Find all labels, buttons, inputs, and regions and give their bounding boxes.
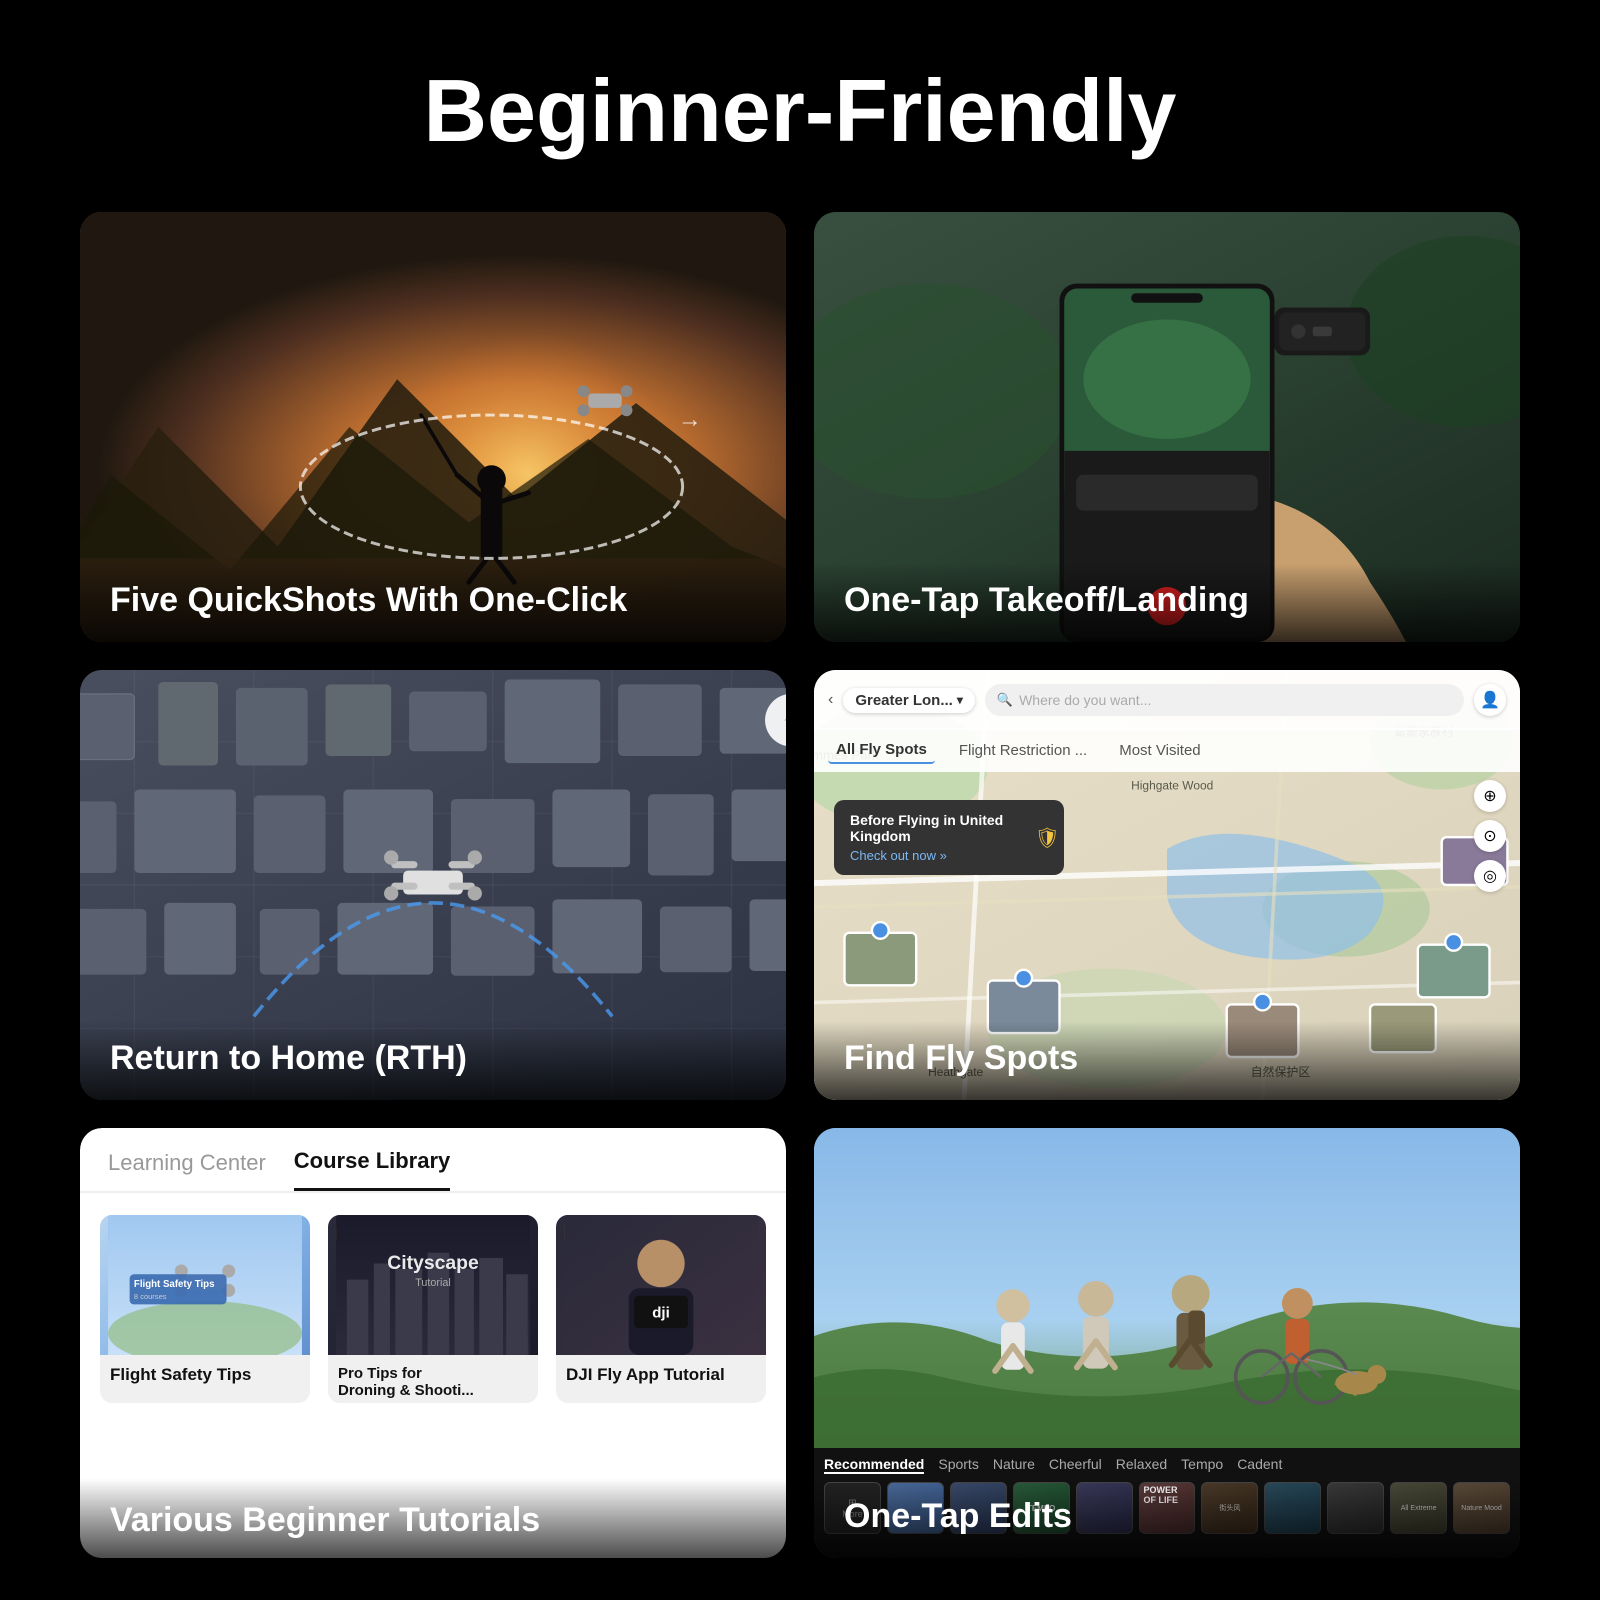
tutorials-topbar: Learning Center Course Library [80,1128,786,1193]
map-layers-btn[interactable]: ⊕ [1474,780,1506,812]
map-controls: ⊕ ⊙ ◎ [1474,780,1506,892]
user-icon-btn[interactable]: 👤 [1474,684,1506,716]
tab-most-visited[interactable]: Most Visited [1111,738,1208,763]
edits-scene [814,1128,1520,1448]
card-edits[interactable]: Recommended Sports Nature Cheerful Relax… [814,1128,1520,1558]
shield-icon: 🛡 [1035,825,1060,850]
location-text: Greater Lon... [855,692,953,709]
flyspots-topbar: ‹ Greater Lon... ▾ 🔍 Where do you want..… [814,670,1520,730]
svg-text:Flight Safety Tips: Flight Safety Tips [134,1279,215,1290]
card-flyspots[interactable]: Pymmes Park 富豪家族村 自然保护区 Heathgate Highga… [814,670,1520,1100]
card-tutorials[interactable]: Learning Center Course Library 8 courses [80,1128,786,1558]
cat-recommended[interactable]: Recommended [824,1456,924,1474]
edits-categories: Recommended Sports Nature Cheerful Relax… [824,1456,1510,1474]
tab-learning-center[interactable]: Learning Center [108,1150,266,1190]
card-edits-label: One-Tap Edits [814,1479,1520,1558]
svg-text:8 courses: 8 courses [134,1292,167,1301]
map-locate-btn[interactable]: ◎ [1474,860,1506,892]
cat-tempo[interactable]: Tempo [1181,1456,1223,1474]
popup-title: Before Flying in United Kingdom [850,812,1048,844]
card-rth[interactable]: 🏠 Return to Home (RTH) [80,670,786,1100]
course-name-3: DJI Fly App Tutorial [556,1355,766,1389]
cat-sports[interactable]: Sports [938,1456,978,1474]
page-title: Beginner-Friendly [424,60,1177,162]
popup-link[interactable]: Check out now » [850,848,1048,863]
cat-cheerful[interactable]: Cheerful [1049,1456,1102,1474]
flyspots-tabs: All Fly Spots Flight Restriction ... Mos… [814,728,1520,772]
tab-all-fly-spots-label: All Fly Spots [836,741,927,758]
svg-text:Tutorial: Tutorial [415,1277,450,1289]
tab-flight-restriction-label: Flight Restriction ... [959,742,1087,759]
course-cityscape[interactable]: 5 courses [328,1215,538,1403]
cat-relaxed[interactable]: Relaxed [1116,1456,1167,1474]
svg-text:🏠: 🏠 [783,708,786,735]
course-dji-app[interactable]: 7 courses [556,1215,766,1403]
card-takeoff-label: One-Tap Takeoff/Landing [814,563,1520,642]
cat-cadent[interactable]: Cadent [1237,1456,1282,1474]
svg-text:→: → [678,406,702,433]
tutorials-courses: 8 courses [80,1193,786,1425]
course-name-1: Flight Safety Tips [100,1355,310,1389]
svg-text:Cityscape: Cityscape [387,1252,479,1274]
tab-course-library[interactable]: Course Library [294,1148,451,1191]
tab-course-library-label: Course Library [294,1148,451,1173]
tutorials-label-overlay: Various Beginner Tutorials [80,1478,786,1558]
location-chip[interactable]: Greater Lon... ▾ [843,688,975,713]
course-name-2: Pro Tips forDroning & Shooti... [328,1355,538,1403]
card-quickshots[interactable]: → Five QuickShots With One-Click [80,212,786,642]
tab-learning-center-label: Learning Center [108,1150,266,1175]
course-thumb-2: 5 courses [328,1215,538,1355]
search-placeholder: Where do you want... [1019,692,1151,708]
card-flyspots-label: Find Fly Spots [814,1021,1520,1100]
flyspots-popup: Before Flying in United Kingdom Check ou… [834,800,1064,875]
tab-all-fly-spots[interactable]: All Fly Spots [828,737,935,764]
cat-nature[interactable]: Nature [993,1456,1035,1474]
card-rth-label: Return to Home (RTH) [80,1021,786,1100]
svg-text:Highgate Wood: Highgate Wood [1131,778,1213,792]
card-takeoff[interactable]: One-Tap Takeoff/Landing [814,212,1520,642]
tab-most-visited-label: Most Visited [1119,742,1200,759]
card-tutorials-label: Various Beginner Tutorials [110,1501,540,1540]
map-zoom-btn[interactable]: ⊙ [1474,820,1506,852]
course-flight-safety[interactable]: 8 courses [100,1215,310,1403]
card-quickshots-label: Five QuickShots With One-Click [80,563,786,642]
course-thumb-3: 7 courses [556,1215,766,1355]
feature-grid: → Five QuickShots With One-Click [80,212,1520,1558]
svg-text:dji: dji [652,1304,670,1321]
tab-flight-restriction[interactable]: Flight Restriction ... [951,738,1095,763]
search-bar[interactable]: 🔍 Where do you want... [985,684,1464,716]
course-thumb-1: 8 courses [100,1215,310,1355]
